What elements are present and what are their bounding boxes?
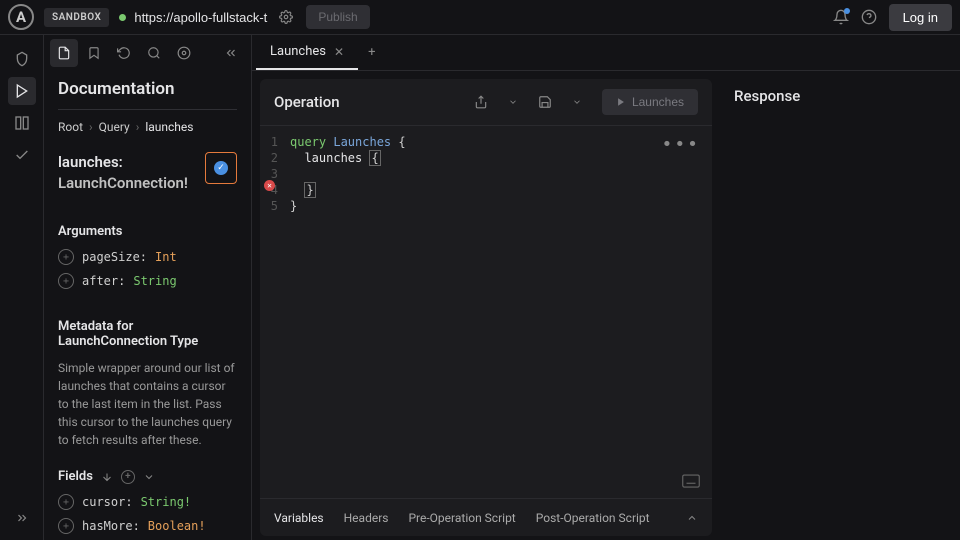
notifications-icon[interactable] (833, 9, 849, 25)
endpoint-url-input[interactable] (134, 10, 274, 25)
save-chevron-icon[interactable] (564, 97, 590, 107)
rail-checks[interactable] (8, 141, 36, 169)
query-editor[interactable]: ••• ✕ 1query Launches { 2 launches { 3 4… (260, 126, 712, 498)
connection-status-dot (119, 14, 126, 21)
breadcrumb: Root › Query › launches (58, 120, 237, 134)
bottom-tab-pre-script[interactable]: Pre-Operation Script (408, 511, 515, 525)
login-button[interactable]: Log in (889, 4, 952, 31)
keyboard-shortcuts-icon[interactable] (682, 474, 700, 488)
tab-label: Launches (270, 44, 326, 59)
field-toggle-button[interactable]: ✓ (205, 152, 237, 184)
doc-tab-docs[interactable] (50, 39, 78, 67)
metadata-description: Simple wrapper around our list of launch… (58, 359, 237, 449)
operation-title: Operation (274, 93, 340, 111)
expand-bottom-panel-icon[interactable] (686, 512, 698, 524)
new-tab-button[interactable]: + (358, 45, 385, 60)
check-icon: ✓ (214, 161, 228, 175)
breadcrumb-query[interactable]: Query (99, 120, 130, 134)
field-row[interactable]: + hasMore: Boolean! (58, 518, 237, 534)
more-menu-icon[interactable]: ••• (661, 134, 700, 155)
fields-heading: Fields + (58, 469, 237, 484)
breadcrumb-launches: launches (145, 120, 193, 134)
bottom-tab-post-script[interactable]: Post-Operation Script (536, 511, 650, 525)
rail-expand[interactable] (8, 504, 36, 532)
rail-explorer[interactable] (8, 77, 36, 105)
add-icon[interactable]: + (58, 518, 74, 534)
doc-tab-history[interactable] (110, 39, 138, 67)
operation-tab[interactable]: Launches ✕ (256, 35, 358, 70)
field-heading: launches:LaunchConnection! (58, 152, 188, 194)
share-icon[interactable] (468, 95, 494, 109)
add-icon[interactable]: + (58, 249, 74, 265)
doc-tab-bookmark[interactable] (80, 39, 108, 67)
run-operation-button[interactable]: Launches (602, 89, 698, 115)
sandbox-badge: SANDBOX (44, 8, 109, 27)
close-tab-icon[interactable]: ✕ (334, 45, 344, 59)
add-all-fields-icon[interactable]: + (121, 470, 135, 484)
chevron-down-icon[interactable] (143, 471, 155, 483)
doc-collapse-button[interactable] (217, 39, 245, 67)
bottom-tab-variables[interactable]: Variables (274, 511, 324, 525)
field-row[interactable]: + cursor: String! (58, 494, 237, 510)
rail-schema[interactable] (8, 45, 36, 73)
endpoint-settings-button[interactable] (274, 10, 298, 24)
share-chevron-icon[interactable] (500, 97, 526, 107)
doc-tab-settings[interactable] (170, 39, 198, 67)
documentation-title: Documentation (58, 79, 237, 110)
bottom-tab-headers[interactable]: Headers (344, 511, 389, 525)
chevron-right-icon: › (89, 120, 93, 134)
argument-row[interactable]: + after: String (58, 273, 237, 289)
publish-button[interactable]: Publish (306, 5, 369, 29)
help-icon[interactable] (861, 9, 877, 25)
argument-row[interactable]: + pageSize: Int (58, 249, 237, 265)
add-icon[interactable]: + (58, 273, 74, 289)
doc-tab-search[interactable] (140, 39, 168, 67)
error-marker-icon[interactable]: ✕ (264, 180, 275, 191)
chevron-right-icon: › (136, 120, 140, 134)
metadata-heading: Metadata for LaunchConnection Type (58, 319, 237, 349)
save-icon[interactable] (532, 95, 558, 109)
add-icon[interactable]: + (58, 494, 74, 510)
arguments-heading: Arguments (58, 224, 237, 239)
rail-diff[interactable] (8, 109, 36, 137)
breadcrumb-root[interactable]: Root (58, 120, 83, 134)
response-title: Response (734, 87, 942, 105)
notification-dot (844, 8, 850, 14)
apollo-logo[interactable] (8, 4, 34, 30)
sort-icon[interactable] (101, 471, 113, 483)
